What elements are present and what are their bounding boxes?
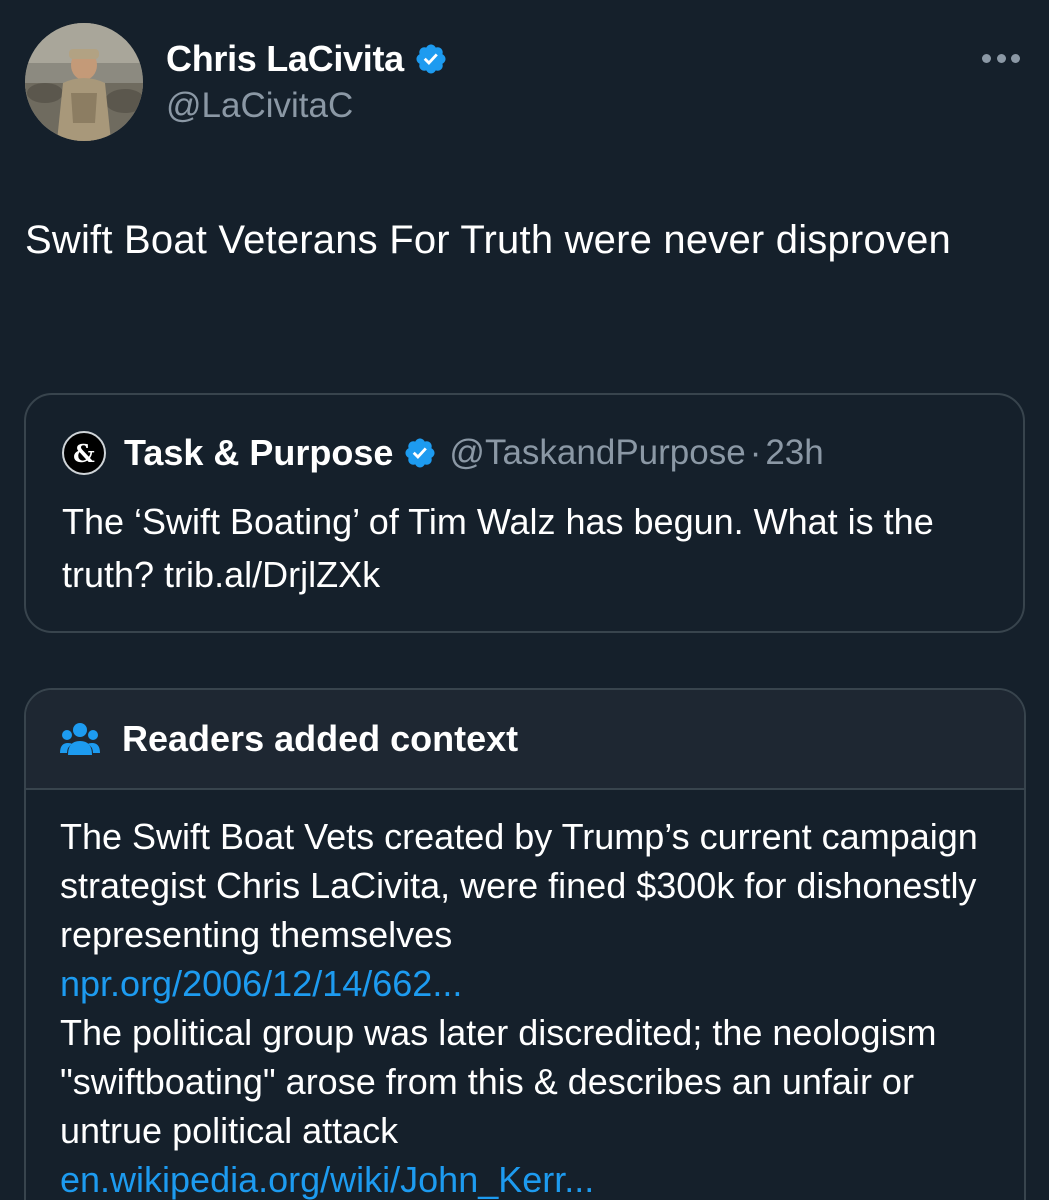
tweet-text: Swift Boat Veterans For Truth were never… — [25, 218, 951, 262]
quoted-author-handle[interactable]: @TaskandPurpose — [449, 433, 745, 473]
verified-badge-icon — [414, 42, 448, 76]
community-note-paragraph: The Swift Boat Vets created by Trump’s c… — [60, 816, 978, 955]
community-note-link[interactable]: en.wikipedia.org/wiki/John_Kerr... — [60, 1155, 1000, 1200]
quoted-tweet-text: The ‘Swift Boating’ of Tim Walz has begu… — [62, 501, 934, 595]
community-note-header: Readers added context — [26, 690, 1024, 790]
separator-dot: · — [749, 433, 762, 472]
verified-badge-icon — [403, 436, 437, 470]
quoted-author-logo-text: & — [73, 438, 95, 468]
quoted-tweet-header: & Task & Purpose @TaskandPurpose · 23h — [62, 431, 824, 475]
quoted-author-name[interactable]: Task & Purpose — [124, 432, 393, 474]
community-note-title: Readers added context — [122, 718, 519, 759]
quoted-tweet-time[interactable]: 23h — [765, 433, 823, 473]
more-dot — [982, 53, 991, 63]
author-handle[interactable]: @LaCivitaC — [166, 84, 353, 128]
community-note-body: The Swift Boat Vets created by Trump’s c… — [60, 812, 1000, 1200]
author-name-row: Chris LaCivita — [166, 36, 448, 82]
more-dot — [996, 53, 1006, 63]
quoted-author-avatar[interactable]: & — [62, 431, 106, 475]
more-dot — [1011, 53, 1020, 63]
more-horizontal-icon[interactable] — [976, 40, 1026, 76]
quoted-tweet-card[interactable]: & Task & Purpose @TaskandPurpose · 23h T… — [24, 393, 1025, 633]
community-note-link[interactable]: npr.org/2006/12/14/662... — [60, 959, 1000, 1008]
author-avatar[interactable] — [25, 23, 143, 141]
community-note-paragraph: The political group was later discredite… — [60, 1012, 937, 1151]
tweet-view: Chris LaCivita @LaCivitaC Swift Boat Vet… — [0, 0, 1049, 1200]
people-group-icon — [60, 721, 100, 759]
community-note-card: Readers added context The Swift Boat Vet… — [24, 688, 1026, 1200]
author-name[interactable]: Chris LaCivita — [166, 36, 404, 82]
